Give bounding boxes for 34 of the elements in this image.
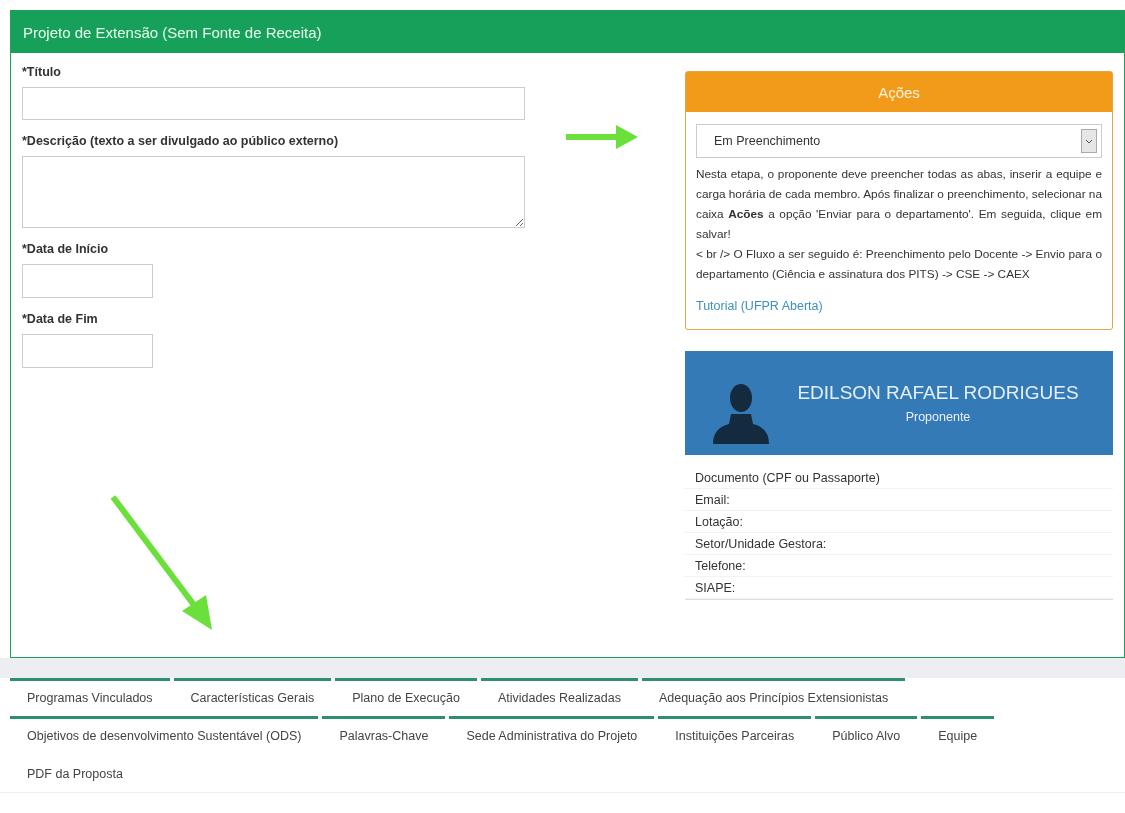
info-label: Setor/Unidade Gestora:: [695, 536, 827, 551]
info-label: Email:: [695, 492, 730, 507]
tab[interactable]: Plano de Execução: [335, 678, 477, 716]
tab[interactable]: PDF da Proposta: [10, 754, 140, 792]
date-field[interactable]: [22, 334, 153, 368]
caret-icon: [1081, 129, 1097, 153]
info-label: Telefone:: [695, 558, 746, 573]
panel-title: Projeto de Extensão (Sem Fonte de Receita): [23, 23, 322, 41]
date-field[interactable]: [22, 264, 153, 298]
tab[interactable]: Características Gerais: [173, 678, 332, 716]
tab[interactable]: Equipe: [921, 716, 995, 754]
tab[interactable]: Público Alvo: [815, 716, 918, 754]
tab[interactable]: Sede Administrativa do Projeto: [449, 716, 655, 754]
person-role: Proponente: [905, 410, 971, 424]
person-name: EDILSON RAFAEL RODRIGUES: [797, 382, 1079, 404]
tab[interactable]: Programas Vinculados: [10, 678, 170, 716]
text-area[interactable]: [22, 156, 525, 228]
tutorial-link[interactable]: Tutorial (UFPR Aberta): [696, 299, 823, 313]
card-title: Ações: [878, 83, 920, 101]
info-label: Lotação:: [695, 514, 743, 529]
info-label: Documento (CPF ou Passaporte): [695, 470, 880, 485]
field-label: *Data de Fim: [22, 312, 99, 326]
tab[interactable]: Palavras-Chave: [322, 716, 446, 754]
field-label: *Data de Início: [22, 242, 110, 256]
tab[interactable]: Adequação aos Princípios Extensionistas: [641, 678, 906, 716]
tab[interactable]: Objetivos de desenvolvimento Sustentável (ODS): [10, 716, 319, 754]
tab[interactable]: Instituições Parceiras: [658, 716, 812, 754]
instructions-text: Nesta etapa, o proponente deve preencher todas as abas, inserir a equipe e carga horária de cada membro. Após finalizar o preenchimento, selecionar na caixa Acões a opção 'Enviar para o departamento'. Em seguida, clique em salvar! < br /> O Fluxo a ser seguido é: Preenchimento pelo Docente -> Envio para o departamento (Ciência e assinatura dos PITS) -> CSE -> CAEX: [696, 166, 1102, 283]
field-label: *Título: [22, 65, 62, 79]
status-dropdown[interactable]: Em Preenchimento: [696, 124, 1102, 158]
field-label: *Descrição (texto a ser divulgado ao público externo): [22, 134, 340, 148]
tab[interactable]: Atividades Realizadas: [480, 678, 638, 716]
input-field[interactable]: [22, 87, 525, 120]
info-label: SIAPE:: [695, 580, 736, 595]
